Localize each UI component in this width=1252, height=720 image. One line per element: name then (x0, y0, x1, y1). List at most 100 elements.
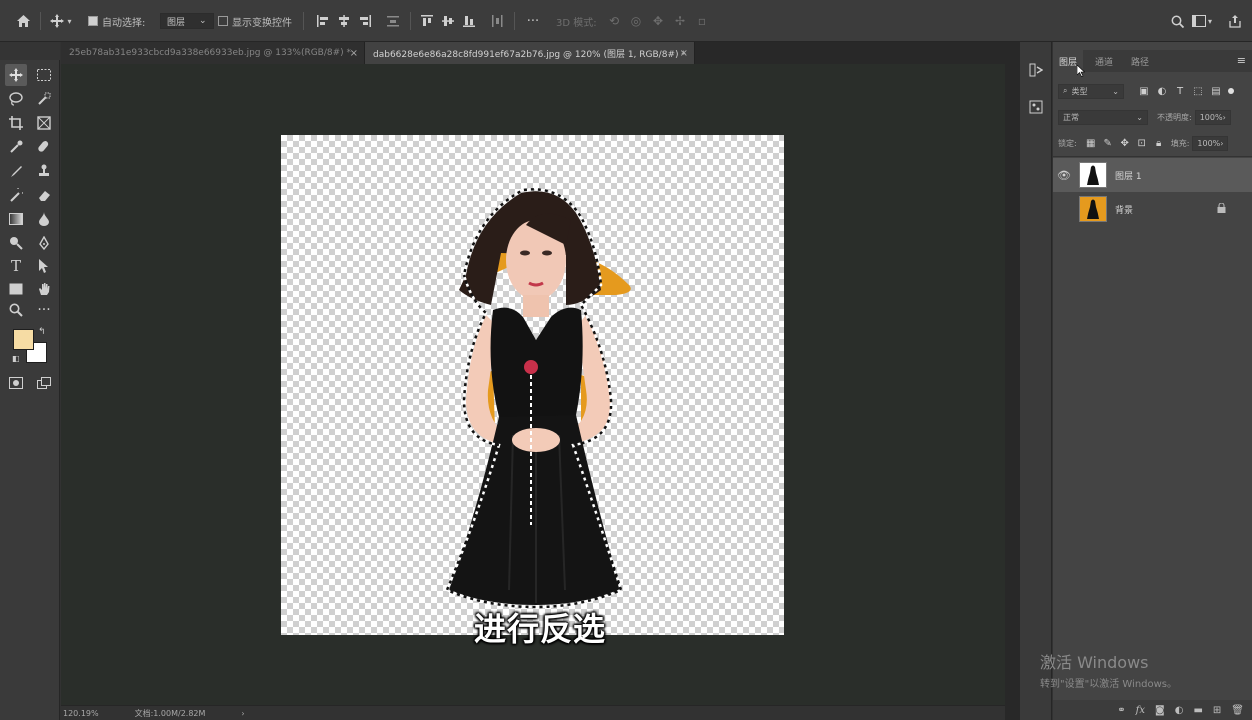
status-expand-icon[interactable]: › (241, 709, 244, 718)
fill-input[interactable]: 100% › (1192, 135, 1229, 151)
blend-mode-dropdown[interactable]: 正常 ⌄ (1058, 109, 1148, 125)
foreground-color-swatch[interactable] (13, 329, 34, 350)
crop-icon[interactable] (5, 112, 27, 134)
blend-opacity-row: 正常 ⌄ 不透明度: 100% › (1053, 108, 1252, 126)
filter-toggle-icon[interactable] (1228, 88, 1234, 94)
move-tool-icon[interactable] (5, 64, 27, 86)
healing-brush-icon[interactable] (33, 136, 55, 158)
move-tool-icon[interactable]: ▾ (46, 0, 76, 42)
align-top-icon[interactable] (420, 0, 434, 42)
adjustment-layer-icon[interactable]: ◐ (1175, 705, 1184, 716)
pen-icon[interactable] (33, 232, 55, 254)
hand-icon[interactable] (33, 278, 55, 300)
rectangle-shape-icon[interactable] (5, 278, 27, 300)
path-selection-icon[interactable] (33, 255, 55, 277)
layer-row[interactable]: 背景 (1053, 192, 1252, 226)
close-tab-icon[interactable]: × (350, 48, 358, 59)
auto-select-checkbox[interactable]: 自动选择: (88, 0, 145, 42)
layers-panel-footer: ⚭ fx ◙ ◐ ▬ ⊞ 🗑︎ (1053, 700, 1252, 720)
watermark-title: 激活 Windows (1040, 653, 1149, 672)
layer-style-icon[interactable]: fx (1136, 705, 1145, 716)
filter-smart-object-icon[interactable]: ▤ (1210, 86, 1222, 97)
more-options-icon[interactable]: ··· (524, 0, 542, 42)
lasso-icon[interactable] (5, 88, 27, 110)
zoom-level[interactable]: 120.19% (63, 709, 99, 718)
quick-selection-icon[interactable] (33, 88, 55, 110)
opacity-input[interactable]: 100% › (1194, 109, 1231, 125)
tab-paths[interactable]: 路径 (1125, 50, 1155, 72)
tab-document-2[interactable]: dab6628e6e86a28c8fd991ef67a2b76.jpg @ 12… (365, 42, 695, 64)
filter-shape-icon[interactable]: ⬚ (1192, 86, 1204, 97)
tab-channels[interactable]: 通道 (1089, 50, 1119, 72)
filter-kind-dropdown[interactable]: ⌕ 类型 ⌄ (1058, 83, 1124, 99)
add-mask-icon[interactable]: ◙ (1155, 705, 1165, 716)
align-hcenter-icon[interactable] (337, 0, 351, 42)
opacity-label: 不透明度: (1157, 112, 1192, 122)
link-layers-icon[interactable]: ⚭ (1117, 705, 1125, 716)
edit-toolbar-icon[interactable]: ··· (33, 299, 55, 321)
default-colors-icon[interactable]: ◧ (12, 354, 20, 363)
share-icon[interactable] (1226, 0, 1244, 42)
swap-colors-icon[interactable]: ↰ (38, 327, 46, 337)
layer-row[interactable]: 👁︎ 图层 1 (1053, 158, 1252, 192)
filter-pixel-icon[interactable]: ▣ (1138, 86, 1150, 97)
rectangular-marquee-icon[interactable] (33, 64, 55, 86)
tab-document-2-label: dab6628e6e86a28c8fd991ef67a2b76.jpg @ 12… (373, 49, 686, 60)
close-tab-icon[interactable]: × (680, 48, 688, 59)
lock-transparent-icon[interactable]: ▦ (1085, 138, 1097, 149)
align-left-icon[interactable] (316, 0, 330, 42)
clone-stamp-icon[interactable] (33, 160, 55, 182)
quick-mask-icon[interactable] (5, 372, 27, 394)
screen-mode-icon[interactable] (33, 372, 55, 394)
align-right-icon[interactable] (358, 0, 372, 42)
visibility-eye-icon[interactable]: 👁︎ (1053, 169, 1075, 182)
new-layer-icon[interactable]: ⊞ (1213, 705, 1221, 716)
3d-roll-icon: ◎ (630, 14, 642, 28)
workspace-icon[interactable]: ▾ (1192, 0, 1212, 42)
home-icon[interactable] (12, 0, 34, 42)
document-canvas[interactable] (281, 135, 784, 635)
layer-name[interactable]: 图层 1 (1115, 169, 1142, 182)
show-transform-checkbox[interactable]: 显示变换控件 (218, 0, 292, 42)
layer-name[interactable]: 背景 (1115, 203, 1133, 216)
history-panel-icon[interactable] (1026, 60, 1046, 80)
panel-divider (1005, 42, 1020, 720)
document-info[interactable]: 文档:1.00M/2.82M (135, 708, 206, 719)
lock-icon (1217, 202, 1226, 216)
lock-artboard-icon[interactable]: ⊡ (1136, 138, 1148, 149)
distribute-vertical-icon[interactable] (386, 0, 400, 42)
align-vcenter-icon[interactable] (441, 0, 455, 42)
opacity-value: 100% (1199, 112, 1223, 122)
lock-position-icon[interactable]: ✥ (1119, 138, 1131, 149)
history-brush-icon[interactable] (5, 184, 27, 206)
new-group-icon[interactable]: ▬ (1193, 705, 1202, 716)
collapsed-panels (1020, 42, 1052, 720)
brush-icon[interactable] (5, 160, 27, 182)
dodge-icon[interactable] (5, 232, 27, 254)
fill-value: 100% (1197, 138, 1221, 148)
distribute-horizontal-icon[interactable] (490, 0, 504, 42)
frame-icon[interactable] (33, 112, 55, 134)
filter-adjustment-icon[interactable]: ◐ (1156, 86, 1168, 97)
delete-layer-icon[interactable]: 🗑︎ (1231, 705, 1244, 716)
lock-all-icon[interactable]: 🔒︎ (1153, 138, 1165, 149)
zoom-icon[interactable] (5, 299, 27, 321)
lock-fill-row: 锁定: ▦ ✎ ✥ ⊡ 🔒︎ 填充: 100% › (1053, 134, 1252, 152)
lock-image-icon[interactable]: ✎ (1102, 138, 1114, 149)
gradient-icon[interactable] (5, 208, 27, 230)
eyedropper-icon[interactable] (5, 136, 27, 158)
canvas-area[interactable]: 进行反选 (61, 64, 1005, 705)
properties-panel-icon[interactable] (1026, 97, 1046, 117)
align-bottom-icon[interactable] (462, 0, 476, 42)
type-tool-icon[interactable]: T (5, 255, 27, 277)
blur-icon[interactable] (33, 208, 55, 230)
panel-menu-icon[interactable]: ≡ (1237, 54, 1246, 67)
auto-select-dropdown[interactable]: 图层 ⌄ (160, 0, 214, 42)
windows-activation-watermark: 激活 Windows 转到"设置"以激活 Windows。 (1040, 649, 1177, 690)
eraser-icon[interactable] (33, 184, 55, 206)
tab-document-1[interactable]: 25eb78ab31e933cbcd9a338e66933eb.jpg @ 13… (61, 42, 365, 64)
filter-type-icon[interactable]: T (1174, 86, 1186, 97)
tools-panel-grip[interactable] (0, 42, 60, 60)
search-icon[interactable] (1168, 0, 1186, 42)
options-bar: ▾ 自动选择: 图层⌄ 显示变换控件 ··· 3D 模式: ⟲ ◎ ✥ ✢ ▫ (0, 0, 1252, 42)
